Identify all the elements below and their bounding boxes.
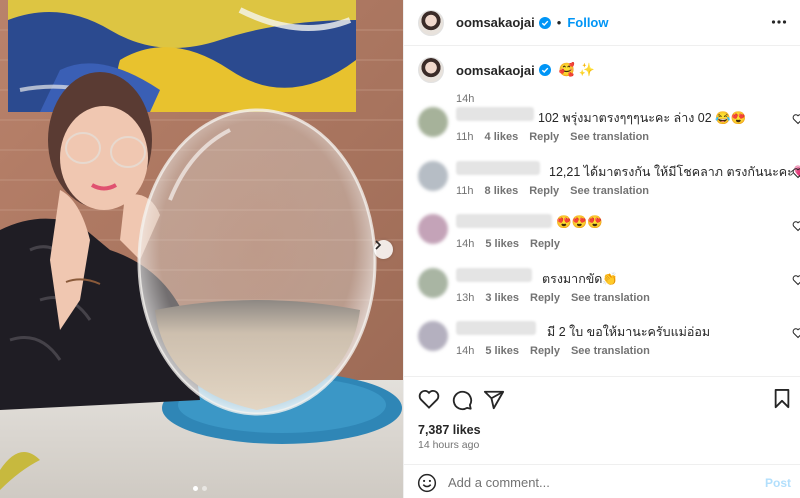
likes-count[interactable]: 7,387 likes xyxy=(418,423,481,437)
commenter-username-blurred[interactable] xyxy=(456,268,532,282)
reply-button[interactable]: Reply xyxy=(530,345,560,357)
emoji-icon[interactable] xyxy=(417,473,437,493)
caption-text: 🥰 ✨ xyxy=(558,62,595,77)
reply-button[interactable]: Reply xyxy=(529,131,559,143)
like-button[interactable] xyxy=(418,389,440,412)
comment-text: 102 พรุ่งมาตรงๆๆๆนะคะ ล่าง 02 😂😍 xyxy=(538,111,747,125)
post-comment-button[interactable]: Post xyxy=(765,476,791,490)
comment-likes[interactable]: 5 likes xyxy=(485,238,519,250)
comment-time[interactable]: 11h xyxy=(456,131,474,143)
bookmark-icon xyxy=(774,389,790,409)
comment-icon xyxy=(452,390,473,411)
carousel-dot xyxy=(202,486,207,491)
comment-text: 12,21 ได้มาตรงกัน ให้มีโชคลาภ ตรงกันนะคะ… xyxy=(549,165,800,179)
heart-icon[interactable] xyxy=(792,274,800,286)
commenter-avatar[interactable] xyxy=(418,321,448,351)
reply-button[interactable]: Reply xyxy=(529,185,559,197)
comment-text: มี 2 ใบ ขอให้มานะครับแม่อ่อม xyxy=(547,325,711,339)
action-bar xyxy=(418,389,792,411)
more-options-icon[interactable] xyxy=(771,14,787,30)
comment-time[interactable]: 14h xyxy=(456,238,474,250)
photo-illustration xyxy=(0,0,403,498)
see-translation-button[interactable]: See translation xyxy=(570,185,649,197)
comment-likes[interactable]: 3 likes xyxy=(485,292,519,304)
comment-text: 😍😍😍 xyxy=(556,215,603,229)
caption-author-username[interactable]: oomsakaojai xyxy=(456,63,535,78)
commenter-username-blurred[interactable] xyxy=(456,107,534,121)
see-translation-button[interactable]: See translation xyxy=(570,131,649,143)
chevron-right-icon xyxy=(375,240,382,250)
comment-meta: 14h 5 likes Reply See translation xyxy=(456,345,650,357)
comment-button[interactable] xyxy=(451,389,473,414)
comment-likes[interactable]: 8 likes xyxy=(485,185,519,197)
commenter-avatar[interactable] xyxy=(418,107,448,137)
author-avatar[interactable] xyxy=(418,9,444,36)
comment-time[interactable]: 11h xyxy=(456,185,474,197)
carousel-dots xyxy=(193,486,207,491)
reply-button[interactable]: Reply xyxy=(530,292,560,304)
comment-text: ตรงมากขัด👏 xyxy=(542,272,618,286)
caption-time: 14h xyxy=(456,93,475,105)
verified-badge-icon xyxy=(538,16,551,29)
commenter-username-blurred[interactable] xyxy=(456,214,552,228)
commenter-avatar[interactable] xyxy=(418,268,448,298)
commenter-username-blurred[interactable] xyxy=(456,161,540,175)
comment-time[interactable]: 14h xyxy=(456,345,474,357)
post-details-panel: oomsakaojai • Follow oomsakaojai 🥰 ✨ 14h… xyxy=(403,0,800,498)
heart-icon[interactable] xyxy=(792,327,800,339)
comment-meta: 11h 4 likes Reply See translation xyxy=(456,131,649,143)
share-icon xyxy=(483,390,505,410)
save-button[interactable] xyxy=(773,389,791,412)
comment-likes[interactable]: 5 likes xyxy=(485,345,519,357)
header-separator: • xyxy=(556,15,562,30)
post-actions: 7,387 likes 14 hours ago Post xyxy=(404,376,800,498)
comment-item: 102 พรุ่งมาตรงๆๆๆนะคะ ล่าง 02 😂😍 11h 4 l… xyxy=(418,107,800,149)
heart-icon[interactable] xyxy=(792,167,800,179)
carousel-dot-active xyxy=(193,486,198,491)
comment-time[interactable]: 13h xyxy=(456,292,474,304)
comment-meta: 13h 3 likes Reply See translation xyxy=(456,292,650,304)
follow-button[interactable]: Follow xyxy=(567,15,608,30)
comment-item: 12,21 ได้มาตรงกัน ให้มีโชคลาภ ตรงกันนะคะ… xyxy=(418,161,800,203)
heart-icon[interactable] xyxy=(792,220,800,232)
post-caption: oomsakaojai 🥰 ✨ 14h xyxy=(418,57,788,105)
comment-meta: 14h 5 likes Reply xyxy=(456,238,560,250)
commenter-avatar[interactable] xyxy=(418,214,448,244)
commenter-avatar[interactable] xyxy=(418,161,448,191)
see-translation-button[interactable]: See translation xyxy=(571,345,650,357)
comment-item: 😍😍😍 14h 5 likes Reply xyxy=(418,214,800,256)
comment-composer: Post xyxy=(404,464,800,498)
comment-item: มี 2 ใบ ขอให้มานะครับแม่อ่อม 14h 5 likes… xyxy=(418,321,800,363)
reply-button[interactable]: Reply xyxy=(530,238,560,250)
author-username[interactable]: oomsakaojai xyxy=(456,15,535,30)
share-button[interactable] xyxy=(483,389,505,414)
post-photo[interactable] xyxy=(0,0,403,498)
add-comment-input[interactable] xyxy=(448,471,748,493)
see-translation-button[interactable]: See translation xyxy=(571,292,650,304)
heart-icon xyxy=(418,390,440,409)
comment-item: ตรงมากขัด👏 13h 3 likes Reply See transla… xyxy=(418,268,800,310)
caption-author-avatar[interactable] xyxy=(418,57,444,83)
heart-icon[interactable] xyxy=(792,113,800,125)
commenter-username-blurred[interactable] xyxy=(456,321,536,335)
comment-likes[interactable]: 4 likes xyxy=(485,131,519,143)
comment-meta: 11h 8 likes Reply See translation xyxy=(456,185,649,197)
verified-badge-icon xyxy=(538,64,551,76)
post-header: oomsakaojai • Follow xyxy=(404,0,800,46)
post-timestamp[interactable]: 14 hours ago xyxy=(418,439,479,451)
next-slide-button[interactable] xyxy=(374,240,393,259)
